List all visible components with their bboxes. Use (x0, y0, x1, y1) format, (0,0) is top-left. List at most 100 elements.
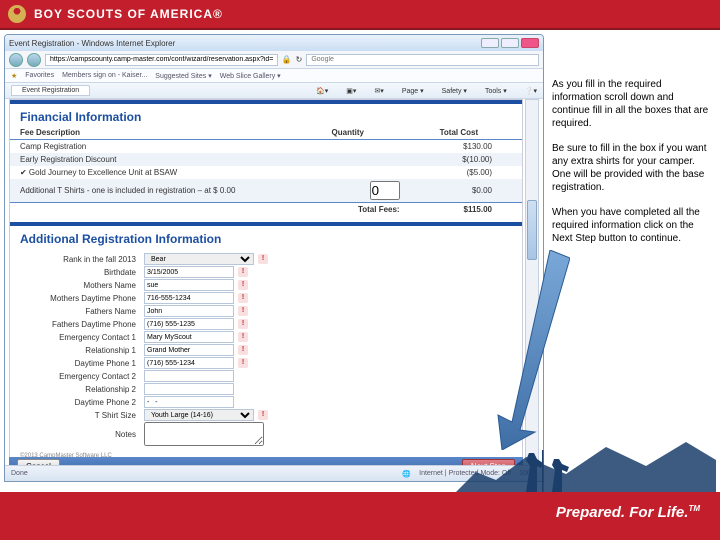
feed-icon[interactable]: ▣▾ (346, 87, 356, 95)
form-row: Daytime Phone 2 (20, 396, 512, 408)
field-label: Fathers Name (20, 307, 140, 316)
favorites-label: Favorites (25, 72, 54, 79)
refresh-icon[interactable]: ↻ (296, 55, 303, 64)
form-row: Mothers Name! (20, 279, 512, 291)
field-label: Mothers Name (20, 281, 140, 290)
field-input[interactable] (144, 279, 234, 291)
col-cost: Total Cost (430, 126, 522, 140)
field-label: Notes (20, 430, 140, 439)
maximize-icon[interactable] (501, 38, 519, 48)
field-input[interactable] (144, 305, 234, 317)
field-input[interactable] (144, 266, 234, 278)
page-content: Financial Information Fee Description Qu… (9, 99, 523, 461)
col-desc: Fee Description (10, 126, 322, 140)
help-icon[interactable]: ❔▾ (525, 87, 537, 95)
fav-link[interactable]: Web Slice Gallery ▾ (220, 72, 281, 80)
toolbar-tools[interactable]: Tools ▾ (485, 87, 507, 95)
required-icon: ! (238, 319, 248, 329)
scroll-thumb[interactable] (527, 200, 537, 260)
fees-table: Fee Description Quantity Total Cost Camp… (10, 126, 522, 216)
form-row: Rank in the fall 2013 Bear! (20, 253, 512, 265)
form-row: Notes (20, 422, 512, 446)
form-row: T Shirt Size Youth Large (14-16)! (20, 409, 512, 421)
field-label: Birthdate (20, 268, 140, 277)
instruction-2: Be sure to fill in the box if you want a… (552, 142, 712, 194)
field-label: Relationship 1 (20, 346, 140, 355)
toolbar-safety[interactable]: Safety ▾ (442, 87, 467, 95)
field-label: Rank in the fall 2013 (20, 255, 140, 264)
mail-icon[interactable]: ✉▾ (374, 87, 383, 95)
table-row: ✔ Gold Journey to Excellence Unit at BSA… (10, 166, 522, 179)
form-row: Fathers Daytime Phone! (20, 318, 512, 330)
form-row: Emergency Contact 1! (20, 331, 512, 343)
field-input[interactable]: Youth Large (14-16) (144, 409, 254, 421)
registration-form: Rank in the fall 2013Bear!Birthdate!Moth… (10, 248, 522, 451)
brand-name: BOY SCOUTS OF AMERICA® (34, 7, 223, 21)
form-row: Mothers Daytime Phone! (20, 292, 512, 304)
back-icon[interactable] (9, 53, 23, 67)
form-row: Emergency Contact 2 (20, 370, 512, 382)
tagline: Prepared. For Life.TM (556, 504, 700, 521)
field-input[interactable] (144, 370, 234, 382)
favorites-star-icon[interactable]: ★ (11, 72, 17, 80)
financial-heading: Financial Information (10, 104, 522, 126)
form-row: Daytime Phone 1! (20, 357, 512, 369)
hikers-silhouette-icon (456, 402, 716, 492)
instruction-panel: As you fill in the required information … (552, 78, 712, 257)
field-input[interactable] (144, 318, 234, 330)
browser-tab[interactable]: Event Registration (11, 85, 90, 96)
field-label: T Shirt Size (20, 411, 140, 420)
form-row: Relationship 2 (20, 383, 512, 395)
forward-icon[interactable] (27, 53, 41, 67)
form-row: Birthdate! (20, 266, 512, 278)
close-icon[interactable] (521, 38, 539, 48)
instruction-1: As you fill in the required information … (552, 78, 712, 130)
search-input[interactable] (306, 54, 539, 66)
favorites-bar: ★ Favorites Members sign on - Kaiser... … (5, 69, 543, 83)
field-input[interactable] (144, 344, 234, 356)
window-title: Event Registration - Windows Internet Ex… (9, 39, 481, 48)
form-row: Fathers Name! (20, 305, 512, 317)
url-input[interactable] (45, 54, 278, 66)
status-left: Done (11, 470, 28, 477)
field-input[interactable] (144, 292, 234, 304)
addl-heading: Additional Registration Information (10, 226, 522, 248)
table-row: Camp Registration$130.00 (10, 140, 522, 154)
required-icon: ! (238, 306, 248, 316)
field-input[interactable] (144, 383, 234, 395)
brand-footer: Prepared. For Life.TM (0, 492, 720, 540)
globe-icon: 🌐 (402, 470, 411, 478)
field-input[interactable] (144, 396, 234, 408)
fav-link[interactable]: Members sign on - Kaiser... (62, 72, 147, 79)
bsa-logo-icon (8, 5, 26, 23)
required-icon: ! (258, 254, 268, 264)
home-icon[interactable]: 🏠▾ (316, 87, 328, 95)
field-input[interactable]: Bear (144, 253, 254, 265)
required-icon: ! (238, 293, 248, 303)
field-label: Relationship 2 (20, 385, 140, 394)
table-row: Additional T Shirts - one is included in… (10, 179, 522, 203)
window-titlebar: Event Registration - Windows Internet Ex… (5, 35, 543, 51)
required-icon: ! (238, 280, 248, 290)
required-icon: ! (238, 358, 248, 368)
tab-toolbar: Event Registration 🏠▾ ▣▾ ✉▾ Page ▾ Safet… (5, 83, 543, 99)
form-row: Relationship 1! (20, 344, 512, 356)
fav-link[interactable]: Suggested Sites ▾ (155, 72, 211, 80)
required-icon: ! (258, 410, 268, 420)
field-label: Mothers Daytime Phone (20, 294, 140, 303)
field-label: Emergency Contact 1 (20, 333, 140, 342)
total-row: Total Fees:$115.00 (10, 203, 522, 217)
field-input[interactable] (144, 357, 234, 369)
field-label: Daytime Phone 1 (20, 359, 140, 368)
field-input[interactable] (144, 331, 234, 343)
minimize-icon[interactable] (481, 38, 499, 48)
instruction-3: When you have completed all the required… (552, 206, 712, 245)
required-icon: ! (238, 345, 248, 355)
field-input[interactable] (144, 422, 264, 446)
col-qty: Quantity (322, 126, 430, 140)
field-label: Daytime Phone 2 (20, 398, 140, 407)
toolbar-page[interactable]: Page ▾ (402, 87, 424, 95)
address-bar: 🔒 ↻ (5, 51, 543, 69)
field-label: Fathers Daytime Phone (20, 320, 140, 329)
qty-input[interactable] (370, 181, 400, 200)
